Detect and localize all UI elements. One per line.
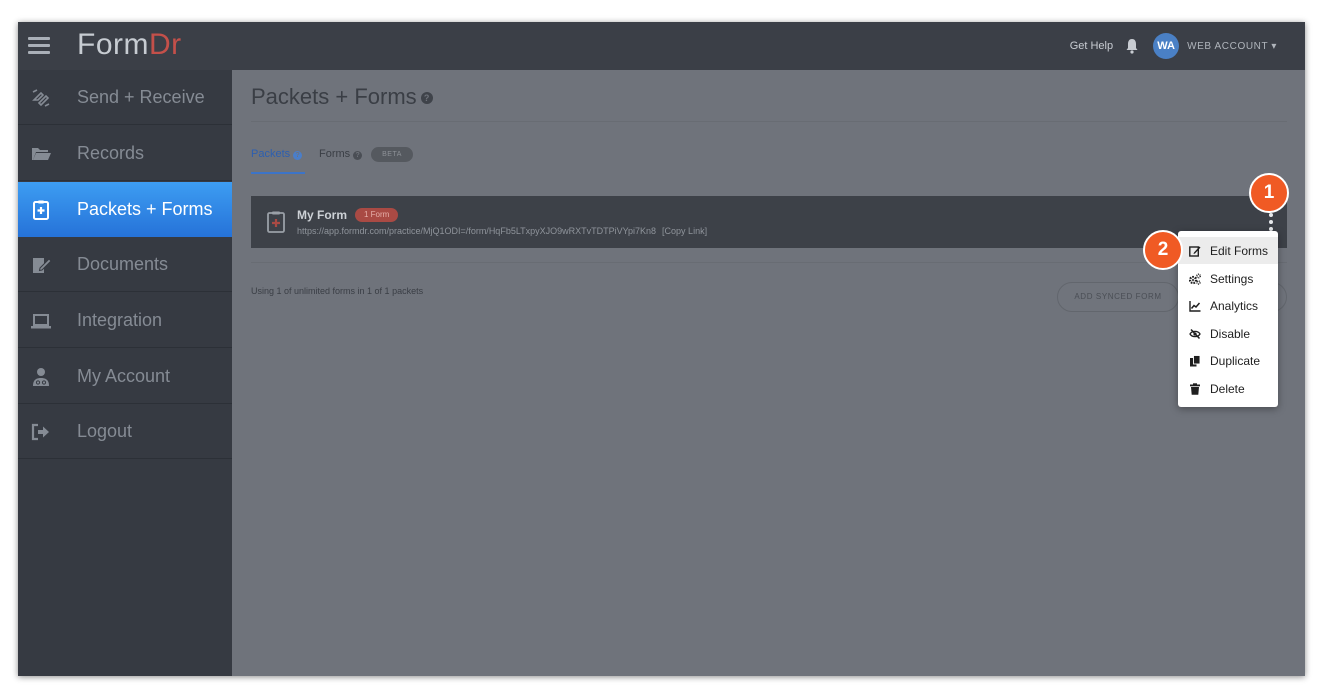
help-icon: ? <box>353 151 363 160</box>
send-receive-icon <box>32 89 50 107</box>
user-doctor-icon <box>33 368 49 386</box>
sidebar-item-label: Send + Receive <box>77 86 205 107</box>
sidebar-item-logout[interactable]: Logout <box>18 404 232 459</box>
laptop-icon <box>31 314 51 329</box>
formdr-logo[interactable]: FormDr <box>77 28 182 62</box>
divider <box>251 262 1287 263</box>
menu-item-delete[interactable]: Delete <box>1178 375 1278 402</box>
packet-url: https://app.formdr.com/practice/MjQ1ODI=… <box>297 226 707 236</box>
folder-open-icon <box>32 148 51 160</box>
packet-row[interactable]: My Form 1 Form https://app.formdr.com/pr… <box>251 196 1287 248</box>
usage-text: Using 1 of unlimited forms in 1 of 1 pac… <box>251 286 424 296</box>
clipboard-plus-icon <box>33 200 49 220</box>
menu-item-analytics[interactable]: Analytics <box>1178 292 1278 319</box>
sidebar-item-documents[interactable]: Documents <box>18 237 232 292</box>
sidebar-item-integration[interactable]: Integration <box>18 293 232 348</box>
tab-forms[interactable]: Forms? <box>319 148 363 160</box>
menu-item-label: Analytics <box>1210 298 1259 313</box>
menu-item-label: Delete <box>1210 381 1245 396</box>
sidebar-item-label: Records <box>77 142 145 163</box>
page-title-text: Packets + Forms <box>251 84 417 109</box>
sidebar-item-send-receive[interactable]: Send + Receive <box>18 70 232 125</box>
help-icon: ? <box>293 151 303 160</box>
app-window: FormDr Get Help WA WEB ACCOUNT ▾ Send + … <box>18 22 1305 676</box>
tab-packets[interactable]: Packets? <box>251 148 303 160</box>
menu-item-duplicate[interactable]: Duplicate <box>1178 347 1278 374</box>
sidebar-item-label: Documents <box>77 253 169 274</box>
packet-name[interactable]: My Form <box>297 208 347 222</box>
menu-item-label: Edit Forms <box>1210 243 1269 258</box>
sidebar-item-records[interactable]: Records <box>18 126 232 181</box>
step-marker-1: 1 <box>1249 173 1289 213</box>
tab-label: Packets <box>251 148 291 160</box>
sidebar-item-label: Integration <box>77 309 163 330</box>
help-icon[interactable]: ? <box>420 92 433 104</box>
copy-link[interactable]: [Copy Link] <box>662 226 707 236</box>
sign-out-icon <box>31 423 49 441</box>
cogs-icon <box>1189 273 1201 285</box>
top-bar: FormDr Get Help WA WEB ACCOUNT ▾ <box>18 22 1305 70</box>
sidebar-item-label: My Account <box>77 365 171 386</box>
avatar[interactable]: WA <box>1153 33 1180 59</box>
trash-icon <box>1190 383 1200 395</box>
document-sign-icon <box>33 258 52 273</box>
clipboard-plus-icon <box>267 211 285 233</box>
menu-item-label: Disable <box>1210 326 1251 341</box>
sidebar-item-packets-forms[interactable]: Packets + Forms <box>18 182 232 237</box>
sidebar-item-my-account[interactable]: My Account <box>18 349 232 404</box>
chart-line-icon <box>1189 301 1201 312</box>
url-text: https://app.formdr.com/practice/MjQ1ODI=… <box>297 226 657 236</box>
step-marker-2: 2 <box>1143 230 1183 270</box>
packet-actions-menu: Edit Forms Settings Analytics Disable Du… <box>1178 231 1278 407</box>
form-count-badge: 1 Form <box>355 208 399 222</box>
sidebar-item-label: Logout <box>77 420 133 441</box>
menu-item-label: Settings <box>1210 271 1254 286</box>
sidebar-item-label: Packets + Forms <box>77 198 213 219</box>
active-tab-indicator <box>251 172 305 174</box>
sidebar: Send + Receive Records Packets + Forms D… <box>18 70 232 676</box>
menu-item-edit-forms[interactable]: Edit Forms <box>1178 237 1278 264</box>
main-content: Packets + Forms? Packets? Forms? BETA My… <box>232 70 1305 676</box>
menu-item-disable[interactable]: Disable <box>1178 320 1278 347</box>
tab-label: Forms <box>319 148 351 160</box>
menu-item-settings[interactable]: Settings <box>1178 265 1278 292</box>
page-title: Packets + Forms? <box>251 84 433 110</box>
add-synced-form-button[interactable]: ADD SYNCED FORM <box>1057 282 1179 312</box>
header-actions: Get Help WA WEB ACCOUNT ▾ <box>1070 22 1305 70</box>
beta-badge: BETA <box>371 147 413 162</box>
divider <box>251 121 1287 122</box>
hamburger-menu-icon[interactable] <box>28 37 50 55</box>
eye-slash-icon <box>1189 328 1201 340</box>
get-help-link[interactable]: Get Help <box>1070 40 1113 52</box>
bell-icon[interactable] <box>1125 38 1139 54</box>
edit-icon <box>1189 246 1201 257</box>
copy-icon <box>1190 355 1201 367</box>
account-dropdown[interactable]: WEB ACCOUNT ▾ <box>1187 41 1277 52</box>
menu-item-label: Duplicate <box>1210 353 1261 368</box>
